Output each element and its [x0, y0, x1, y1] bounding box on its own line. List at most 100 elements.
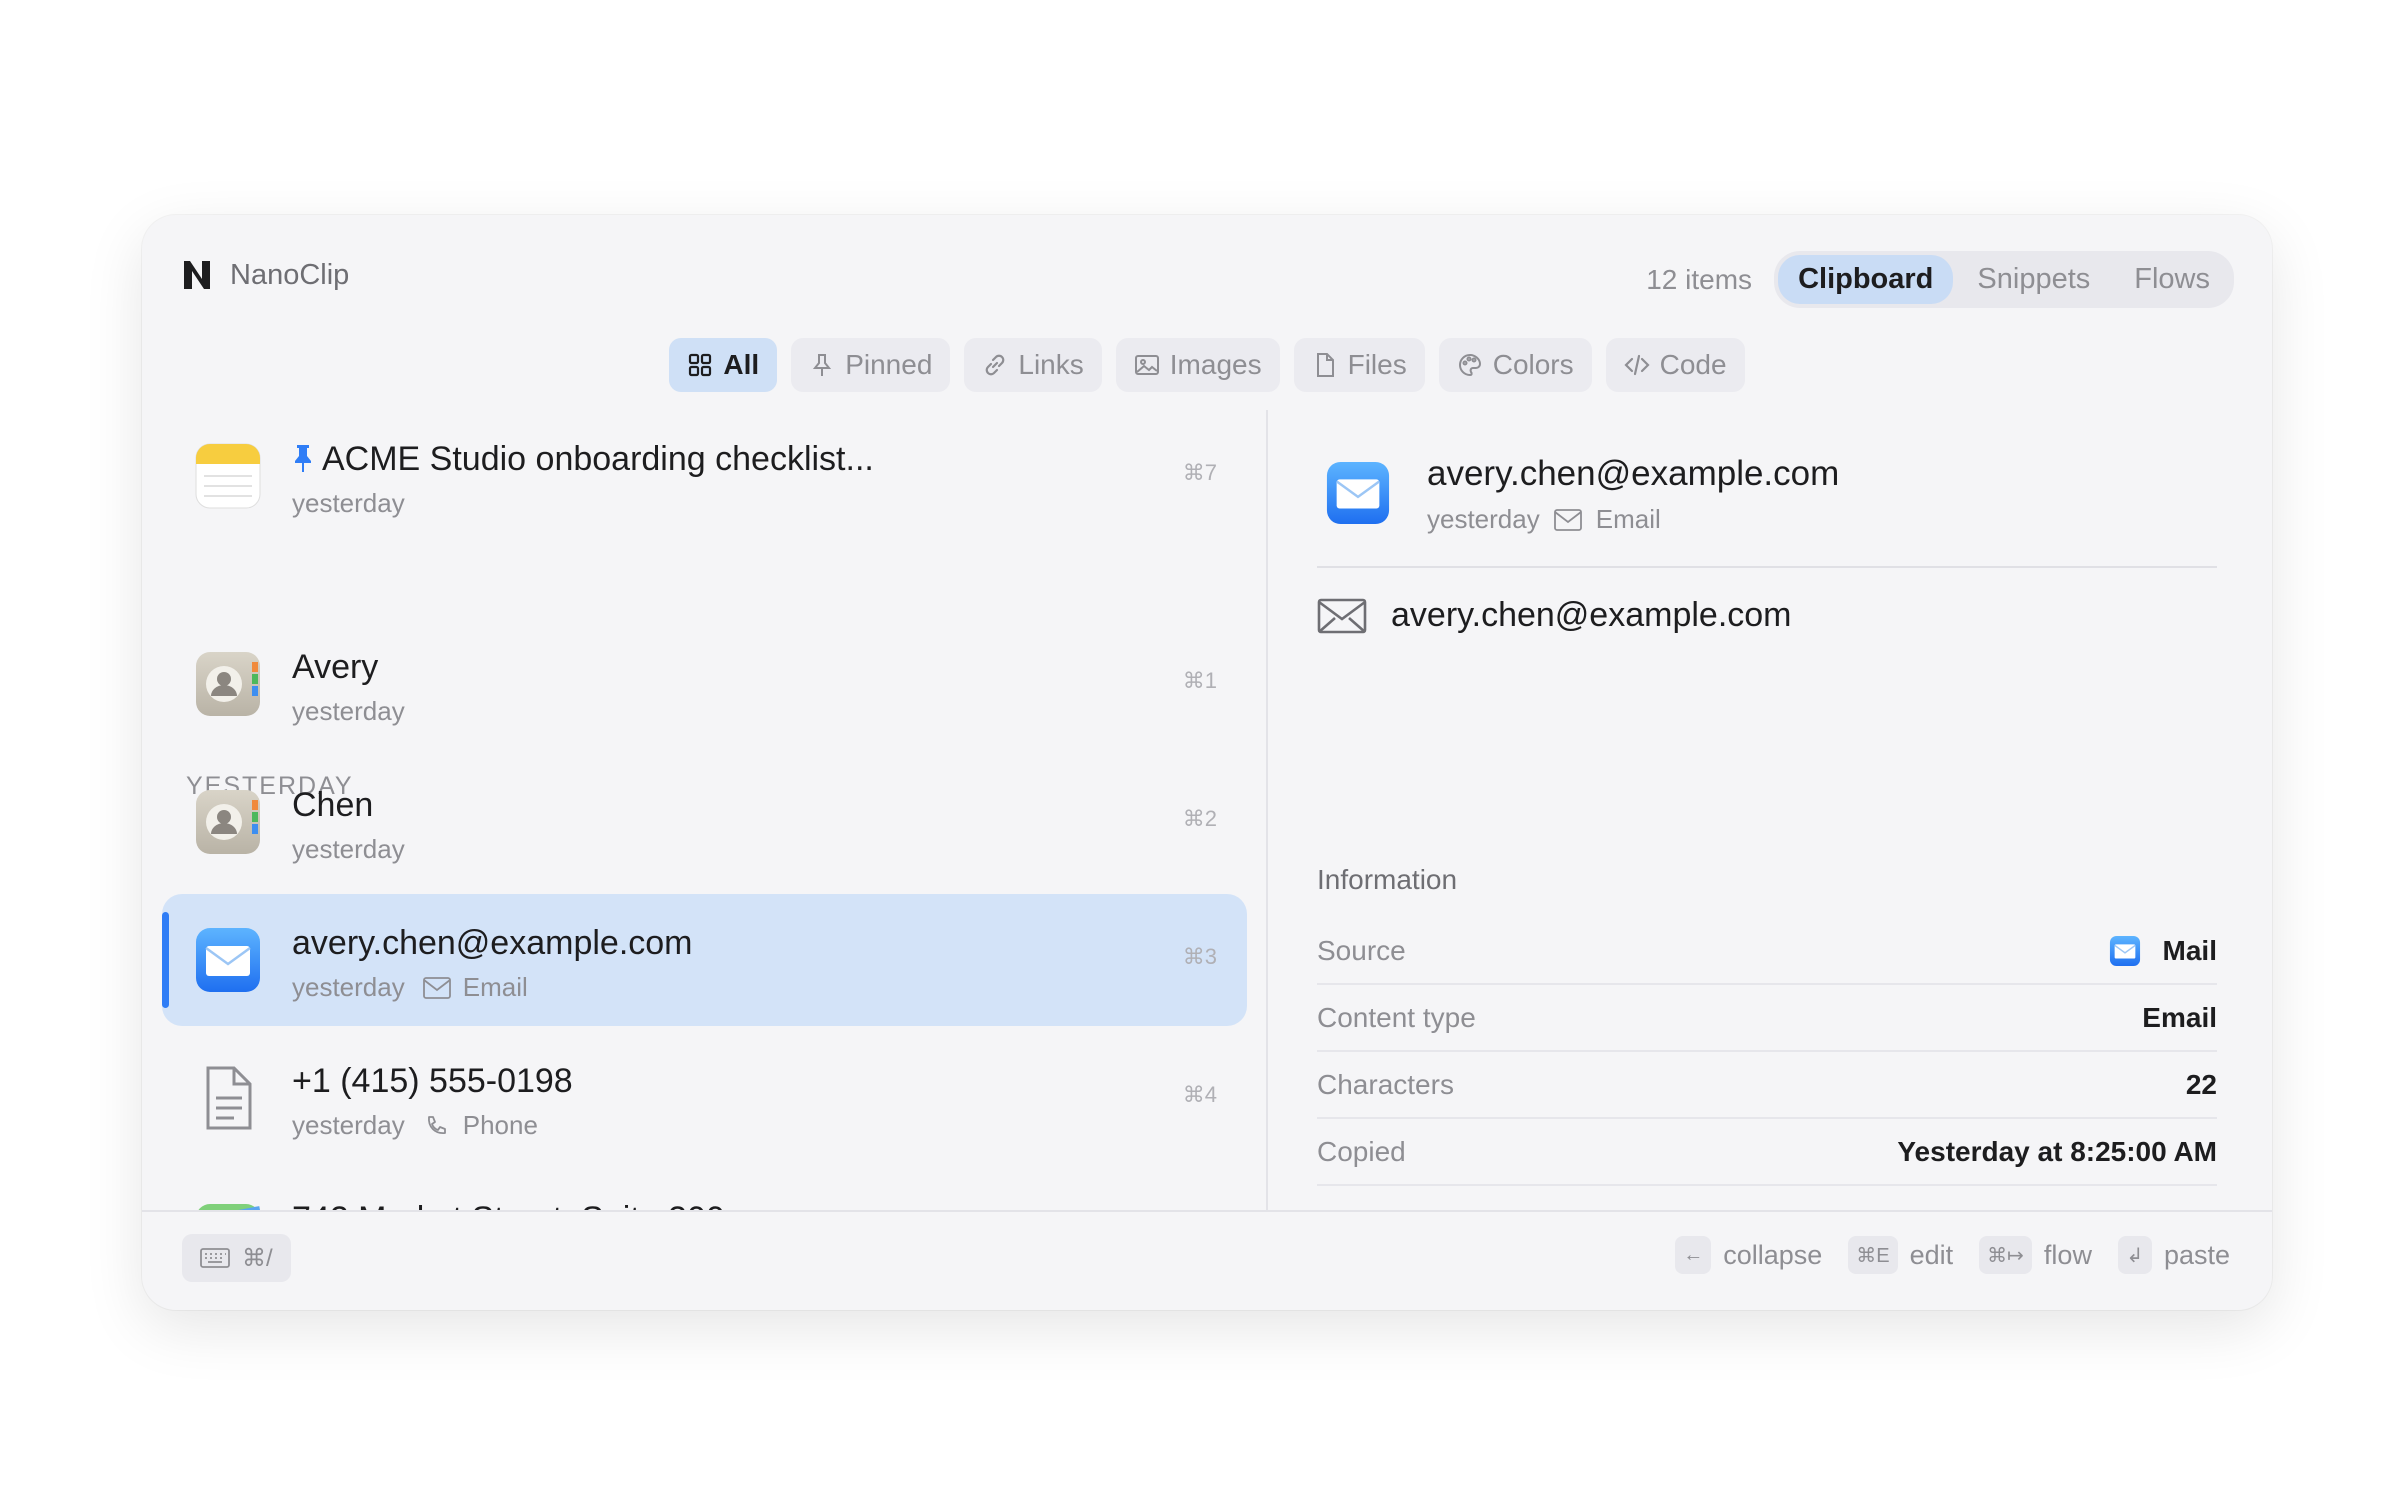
info-key: Copied: [1317, 1135, 1406, 1167]
list-item-title: +1 (415) 555-0198: [292, 1062, 573, 1100]
list-item-title: Chen: [292, 786, 374, 824]
info-row-source: Source Mail: [1317, 918, 2217, 985]
shortcut-hint: ⌘1: [1182, 668, 1217, 693]
list-item-subtitle: yesterday: [292, 488, 405, 518]
info-value: Email: [2142, 1001, 2217, 1033]
filter-files[interactable]: Files: [1293, 338, 1425, 392]
filter-colors[interactable]: Colors: [1438, 338, 1592, 392]
mail-app-icon: [1326, 461, 1390, 525]
shortcut-hint: ⌘4: [1182, 1082, 1217, 1107]
pane-divider[interactable]: [1266, 410, 1268, 1210]
detail-content[interactable]: avery.chen@example.com: [1317, 596, 1792, 635]
info-row-content-type: Content type Email: [1317, 985, 2217, 1052]
keyboard-shortcuts-button[interactable]: ⌘/: [182, 1234, 291, 1282]
shortcut-help-label: ⌘/: [242, 1244, 273, 1272]
pin-icon: [813, 354, 832, 376]
app-name: NanoClip: [230, 258, 350, 291]
hint-edit[interactable]: ⌘E edit: [1848, 1236, 1953, 1274]
mode-area: 12 items Clipboard Snippets Flows: [1646, 251, 2234, 308]
info-key: Content type: [1317, 1001, 1476, 1033]
filter-label: All: [723, 349, 760, 380]
info-section: Information Source Mail Content type Ema…: [1317, 860, 2217, 1186]
palette-icon: [1458, 353, 1481, 377]
footer-bar: ⌘/ ← collapse ⌘E edit ⌘↦ flow ↲ paste: [142, 1210, 2272, 1310]
list-item-subtitle: yesterday: [292, 696, 405, 726]
hint-flow[interactable]: ⌘↦ flow: [1979, 1236, 2092, 1274]
detail-title: avery.chen@example.com: [1427, 454, 1840, 493]
mode-switcher: Clipboard Snippets Flows: [1774, 251, 2234, 308]
hint-key: ←: [1675, 1236, 1712, 1274]
detail-subtitle: yesterday Email: [1427, 504, 1661, 534]
link-icon: [986, 354, 1005, 376]
filter-label: Files: [1347, 349, 1407, 380]
filter-label: Code: [1659, 349, 1727, 380]
list-item-subtitle: yesterday Email: [292, 972, 528, 1002]
list-item[interactable]: Chen yesterday ⌘2: [162, 756, 1247, 888]
info-title: Information: [1317, 864, 1458, 895]
document-icon: [206, 1066, 252, 1130]
list-item-partial[interactable]: 742 Market Street, Suite 300: [162, 1170, 1247, 1210]
info-key: Source: [1317, 934, 1406, 966]
image-icon: [1134, 355, 1159, 375]
hint-label: paste: [2163, 1239, 2230, 1270]
detail-content-text: avery.chen@example.com: [1391, 596, 1792, 634]
list-item-subtitle: yesterday Phone: [292, 1110, 538, 1140]
info-value: 22: [2185, 1068, 2217, 1100]
grid-icon: [689, 353, 712, 377]
info-row-characters: Characters 22: [1317, 1052, 2217, 1119]
contacts-app-icon: [196, 652, 260, 716]
hint-label: edit: [1909, 1239, 1954, 1270]
hint-label: collapse: [1723, 1239, 1823, 1270]
hint-key: ⌘E: [1848, 1236, 1898, 1274]
list-item-title: ACME Studio onboarding checklist...: [292, 440, 874, 479]
list-item[interactable]: +1 (415) 555-0198 yesterday Phone ⌘4: [162, 1032, 1247, 1164]
filter-images[interactable]: Images: [1115, 338, 1280, 392]
envelope-icon: [1317, 598, 1367, 633]
filter-code[interactable]: Code: [1605, 338, 1745, 392]
list-item-title: 742 Market Street, Suite 300: [292, 1200, 725, 1210]
mail-app-icon: [2109, 935, 2140, 966]
phone-icon: [427, 1115, 446, 1134]
shortcut-hint: ⌘3: [1182, 944, 1217, 969]
hint-key: ⌘↦: [1979, 1236, 2032, 1274]
shortcut-hint: ⌘2: [1182, 806, 1217, 831]
maps-app-icon: [198, 1204, 260, 1210]
brand: NanoClip: [180, 257, 349, 293]
filter-label: Pinned: [845, 349, 933, 380]
filter-pinned[interactable]: Pinned: [791, 338, 951, 392]
filter-all[interactable]: All: [669, 338, 778, 392]
filter-bar: All Pinned Links Images Files Colors Cod…: [142, 338, 2272, 392]
mode-clipboard[interactable]: Clipboard: [1778, 255, 1954, 304]
shortcut-hint: ⌘7: [1182, 460, 1217, 485]
filter-label: Images: [1169, 349, 1262, 380]
list-item-selected[interactable]: avery.chen@example.com yesterday Email ⌘…: [162, 894, 1247, 1026]
hint-collapse[interactable]: ← collapse: [1675, 1236, 1822, 1274]
file-icon: [1316, 353, 1334, 377]
detail-pane: avery.chen@example.com yesterday Email a…: [1317, 410, 2217, 1210]
list-item-title: avery.chen@example.com: [292, 924, 693, 962]
mode-flows[interactable]: Flows: [2114, 255, 2230, 304]
contacts-app-icon: [196, 790, 260, 854]
envelope-icon: [1553, 508, 1582, 531]
code-icon: [1624, 354, 1650, 376]
hint-paste[interactable]: ↲ paste: [2117, 1236, 2230, 1274]
app-window: NanoClip 12 items Clipboard Snippets Flo…: [142, 215, 2272, 1310]
mode-snippets[interactable]: Snippets: [1957, 255, 2110, 304]
filter-links[interactable]: Links: [964, 338, 1102, 392]
envelope-icon: [422, 976, 451, 999]
item-count: 12 items: [1646, 263, 1753, 295]
list-item-pinned[interactable]: ACME Studio onboarding checklist... yest…: [162, 410, 1247, 542]
filter-label: Colors: [1492, 349, 1574, 380]
action-hints: ← collapse ⌘E edit ⌘↦ flow ↲ paste: [1675, 1236, 2230, 1274]
keyboard-icon: [200, 1248, 230, 1268]
detail-header: avery.chen@example.com yesterday Email: [1317, 438, 2217, 568]
info-row-copied: Copied Yesterday at 8:25:00 AM: [1317, 1119, 2217, 1186]
notes-app-icon: [195, 443, 261, 509]
info-value: Yesterday at 8:25:00 AM: [1897, 1135, 2217, 1167]
mail-app-icon: [196, 928, 260, 992]
info-value: Mail: [2109, 935, 2217, 967]
hint-label: flow: [2043, 1239, 2092, 1270]
list-item[interactable]: Avery yesterday ⌘1: [162, 618, 1247, 750]
list-item-title: Avery: [292, 648, 379, 686]
list-item-subtitle: yesterday: [292, 834, 405, 864]
